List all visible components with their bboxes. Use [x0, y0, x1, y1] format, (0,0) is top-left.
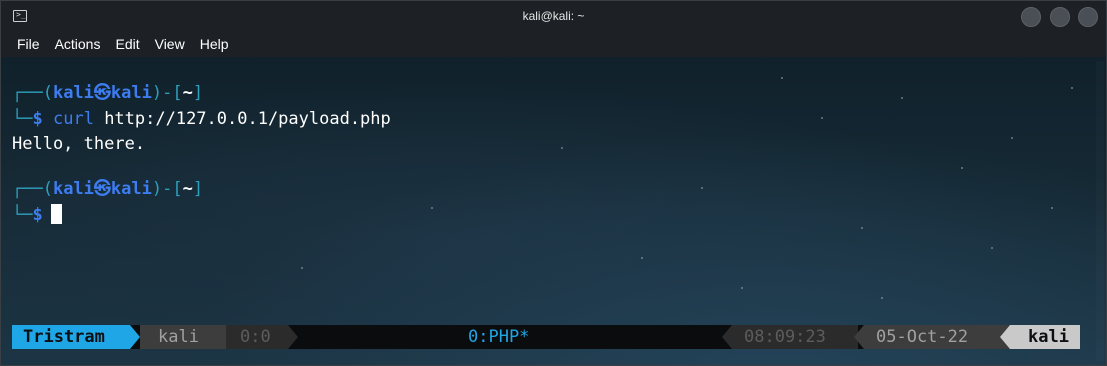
text-cursor	[50, 204, 62, 224]
scrollbar[interactable]	[1096, 61, 1104, 361]
prompt-host: kali	[110, 179, 152, 199]
menu-actions[interactable]: Actions	[47, 31, 108, 52]
close-button[interactable]	[1078, 7, 1098, 27]
menu-help[interactable]: Help	[192, 31, 236, 52]
prompt-dir: ~	[182, 179, 193, 199]
menu-file[interactable]: File	[1, 31, 47, 52]
prompt-box-mid: )-[	[151, 83, 183, 103]
terminal-window: >_ kali@kali: ~ File Actions Edit View Help	[0, 0, 1107, 366]
menu-edit[interactable]: Edit	[107, 31, 146, 52]
command-argument: http://127.0.0.1/payload.php	[104, 109, 391, 129]
kali-skull-icon: ㉿	[93, 179, 111, 199]
powerline-arrow-icon	[288, 325, 298, 349]
title-bar[interactable]: >_ kali@kali: ~	[1, 1, 1106, 31]
prompt-dir: ~	[182, 83, 193, 103]
tmux-session-name: Tristram	[12, 325, 130, 349]
prompt-box-open: ┌──(	[12, 179, 53, 199]
tmux-time: 08:09:23	[732, 325, 858, 349]
menu-view[interactable]: View	[147, 31, 192, 52]
window-title: kali@kali: ~	[522, 9, 585, 23]
prompt-dollar: $	[32, 205, 43, 225]
command-line-1: └─$ curl http://127.0.0.1/payload.php	[12, 108, 391, 130]
command-name: curl	[52, 109, 94, 129]
tmux-status-bar: Tristram kali 0:0 0:PHP* 08:09:23 05-Oct…	[12, 325, 1080, 349]
prompt-corner: └─	[12, 109, 33, 129]
kali-skull-icon: ㉿	[93, 83, 111, 103]
command-line-2[interactable]: └─$	[12, 204, 62, 226]
tmux-date: 05-Oct-22	[864, 325, 1010, 349]
minimize-button[interactable]	[1021, 7, 1042, 27]
powerline-arrow-left-icon	[722, 325, 732, 349]
prompt-box-open: ┌──(	[12, 83, 53, 103]
prompt-line-1: ┌──(kali㉿kali)-[~]	[12, 82, 203, 104]
prompt-user: kali	[52, 83, 94, 103]
prompt-user: kali	[52, 179, 94, 199]
tmux-pane: 0:0	[226, 325, 288, 349]
terminal-area[interactable]: ┌──(kali㉿kali)-[~] └─$ curl http://127.0…	[1, 57, 1106, 365]
prompt-host: kali	[110, 83, 152, 103]
tmux-host: kali	[1010, 325, 1080, 349]
prompt-dollar: $	[32, 109, 43, 129]
tmux-user: kali	[140, 325, 226, 349]
powerline-arrow-left-icon	[854, 325, 864, 349]
prompt-box-close: ]	[192, 83, 204, 103]
prompt-box-close: ]	[192, 179, 204, 199]
prompt-line-2: ┌──(kali㉿kali)-[~]	[12, 178, 203, 200]
menu-bar: File Actions Edit View Help	[1, 31, 1106, 57]
powerline-arrow-left-icon	[1000, 325, 1010, 349]
tmux-window[interactable]: 0:PHP*	[468, 325, 568, 349]
window-controls	[1017, 7, 1098, 32]
command-output: Hello, there.	[12, 134, 146, 154]
prompt-corner: └─	[12, 205, 33, 225]
maximize-button[interactable]	[1049, 7, 1070, 27]
powerline-arrow-icon	[130, 325, 140, 349]
prompt-box-mid: )-[	[151, 179, 183, 199]
